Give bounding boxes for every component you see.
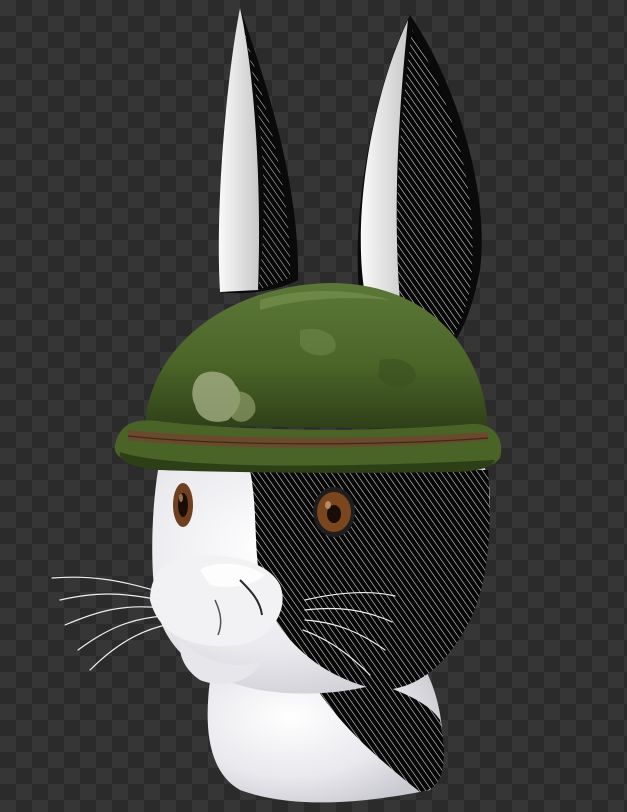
render-viewport (0, 0, 627, 812)
left-eye (173, 483, 193, 527)
right-eye (313, 487, 355, 537)
bunny-render (0, 0, 627, 812)
